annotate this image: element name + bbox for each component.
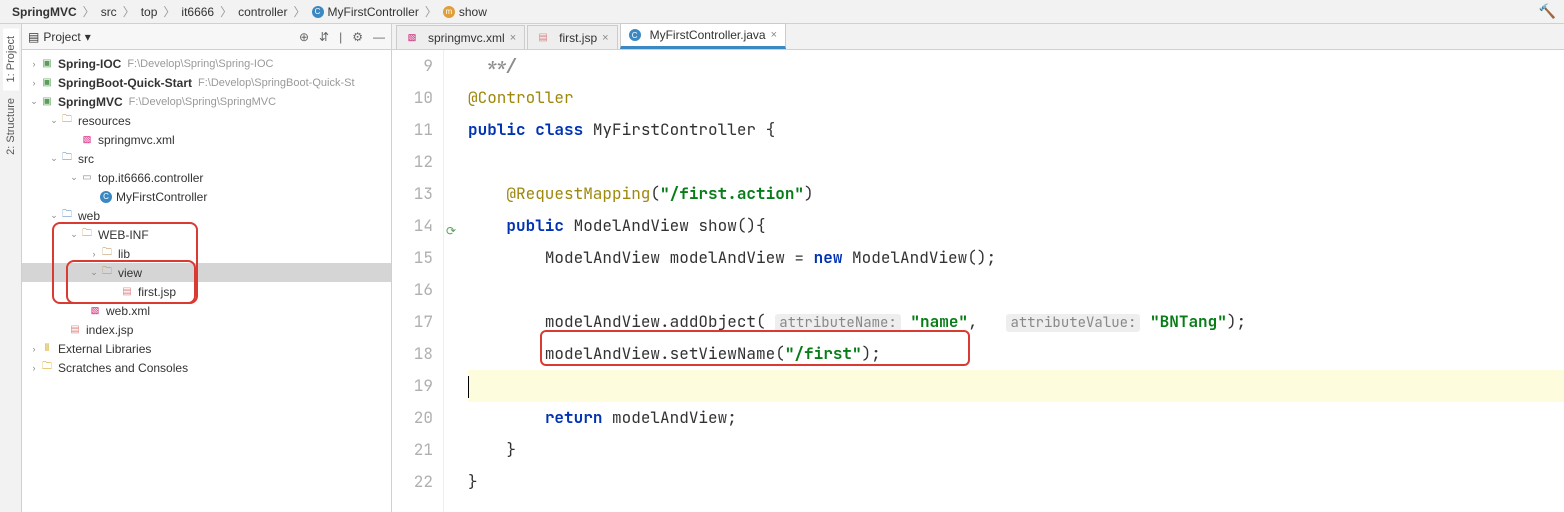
- text-cursor: [468, 376, 469, 398]
- tree-folder-src[interactable]: ⌄src: [22, 149, 391, 168]
- close-icon[interactable]: ×: [602, 32, 608, 44]
- tree-file-web-xml[interactable]: web.xml: [22, 301, 391, 320]
- tab-myfirstcontroller[interactable]: CMyFirstController.java×: [620, 23, 786, 49]
- tree-module-springmvc[interactable]: ⌄SpringMVCF:\Develop\Spring\SpringMVC: [22, 92, 391, 111]
- chevron-right-icon: 〉: [220, 3, 232, 20]
- crumb-top[interactable]: top: [137, 5, 162, 19]
- breadcrumb: SpringMVC 〉 src 〉 top 〉 it6666 〉 control…: [0, 0, 1564, 24]
- collapse-icon[interactable]: ⇵: [319, 30, 329, 44]
- crumb-root[interactable]: SpringMVC: [8, 5, 81, 19]
- crumb-controller[interactable]: controller: [234, 5, 291, 19]
- close-icon[interactable]: ×: [510, 32, 516, 44]
- tree-file-index-jsp[interactable]: index.jsp: [22, 320, 391, 339]
- class-icon: C: [312, 6, 324, 18]
- tree-folder-webinf[interactable]: ⌄WEB-INF: [22, 225, 391, 244]
- crumb-it6666[interactable]: it6666: [177, 5, 218, 19]
- jsp-icon: [536, 31, 550, 45]
- project-header: ▤ Project ▾ ⊕ ⇵ | ⚙ —: [22, 24, 391, 50]
- side-tab-project[interactable]: 1: Project: [3, 28, 19, 90]
- tree-folder-resources[interactable]: ⌄resources: [22, 111, 391, 130]
- editor[interactable]: 910111213141516171819202122 ⟳ **/ @Contr…: [392, 50, 1564, 512]
- chevron-right-icon: 〉: [123, 3, 135, 20]
- editor-panel: springmvc.xml× first.jsp× CMyFirstContro…: [392, 24, 1564, 512]
- tree-file-springmvc-xml[interactable]: springmvc.xml: [22, 130, 391, 149]
- hide-icon[interactable]: —: [373, 30, 385, 44]
- tree-module-springboot[interactable]: ›SpringBoot-Quick-StartF:\Develop\Spring…: [22, 73, 391, 92]
- xml-icon: [405, 31, 419, 45]
- chevron-right-icon: 〉: [163, 3, 175, 20]
- marker-column: ⟳: [444, 50, 464, 512]
- tab-first-jsp[interactable]: first.jsp×: [527, 25, 617, 49]
- tree-folder-web[interactable]: ⌄web: [22, 206, 391, 225]
- crumb-src[interactable]: src: [97, 5, 121, 19]
- project-view-selector[interactable]: ▤ Project ▾: [28, 30, 91, 44]
- run-gutter-icon[interactable]: ⟳: [446, 215, 456, 247]
- close-icon[interactable]: ×: [771, 29, 777, 41]
- gutter[interactable]: 910111213141516171819202122: [392, 50, 444, 512]
- project-tree[interactable]: ›Spring-IOCF:\Develop\Spring\Spring-IOC …: [22, 50, 391, 512]
- locate-icon[interactable]: ⊕: [299, 30, 309, 44]
- tree-scratches[interactable]: ›Scratches and Consoles: [22, 358, 391, 377]
- chevron-right-icon: 〉: [83, 3, 95, 20]
- gear-icon[interactable]: ⚙: [352, 30, 363, 44]
- tree-folder-lib[interactable]: ›lib: [22, 244, 391, 263]
- tree-module-spring-ioc[interactable]: ›Spring-IOCF:\Develop\Spring\Spring-IOC: [22, 54, 391, 73]
- build-icon[interactable]: 🔨: [1539, 3, 1556, 20]
- tree-class-myfirstcontroller[interactable]: CMyFirstController: [22, 187, 391, 206]
- editor-tabs: springmvc.xml× first.jsp× CMyFirstContro…: [392, 24, 1564, 50]
- left-tool-strip: 1: Project 2: Structure: [0, 24, 22, 512]
- tree-package[interactable]: ⌄top.it6666.controller: [22, 168, 391, 187]
- class-icon: C: [629, 29, 641, 41]
- tree-external-libraries[interactable]: ›⫴External Libraries: [22, 339, 391, 358]
- crumb-method[interactable]: mshow: [439, 5, 491, 19]
- method-icon: m: [443, 6, 455, 18]
- project-tool-window: ▤ Project ▾ ⊕ ⇵ | ⚙ — ›Spring-IOCF:\Deve…: [22, 24, 392, 512]
- tree-file-first-jsp[interactable]: first.jsp: [22, 282, 391, 301]
- chevron-right-icon: 〉: [425, 3, 437, 20]
- tree-folder-view[interactable]: ⌄view: [22, 263, 391, 282]
- side-tab-structure[interactable]: 2: Structure: [3, 90, 19, 163]
- tab-springmvc-xml[interactable]: springmvc.xml×: [396, 25, 525, 49]
- divider: |: [339, 30, 342, 44]
- chevron-right-icon: 〉: [293, 3, 305, 20]
- code-area[interactable]: **/ @Controller public class MyFirstCont…: [464, 50, 1564, 512]
- crumb-class[interactable]: CMyFirstController: [308, 5, 423, 19]
